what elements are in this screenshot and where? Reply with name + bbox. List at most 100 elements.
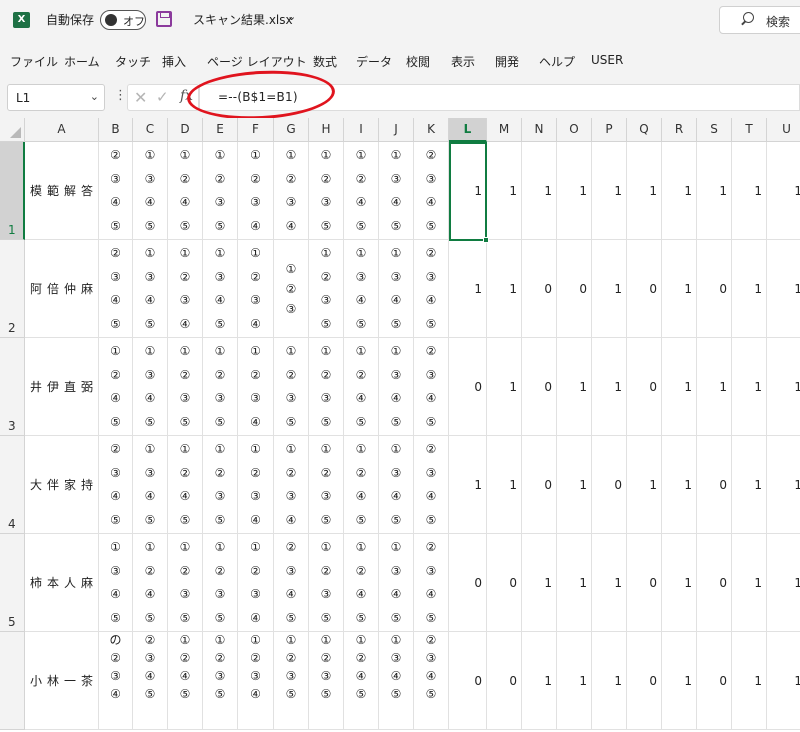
- column-header-p[interactable]: P: [592, 118, 627, 142]
- cell-score[interactable]: 1: [522, 632, 557, 730]
- cell-score[interactable]: 0: [487, 632, 522, 730]
- cell-score[interactable]: 0: [449, 534, 487, 632]
- autosave-toggle[interactable]: オフ: [100, 10, 146, 30]
- tab-view[interactable]: 表示: [451, 53, 475, 70]
- cell-score[interactable]: 1: [767, 632, 800, 730]
- cell-answer-marks[interactable]: ① ② ④ ⑤: [344, 436, 379, 534]
- cell-answer-marks[interactable]: ② ③ ④ ⑤: [414, 534, 449, 632]
- cell-answer-marks[interactable]: ① ② ④ ⑤: [133, 534, 168, 632]
- cell-score[interactable]: 1: [557, 142, 592, 240]
- column-header-k[interactable]: K: [414, 118, 449, 142]
- cell-score[interactable]: 0: [697, 632, 732, 730]
- cell-score[interactable]: 0: [697, 436, 732, 534]
- cell-answer-marks[interactable]: ① ③ ④ ⑤: [133, 436, 168, 534]
- cell-answer-marks[interactable]: ① ③ ④ ⑤: [379, 632, 414, 730]
- tab-formulas[interactable]: 数式: [313, 53, 337, 70]
- worksheet-grid[interactable]: A B C D E F G H I J K L M N O P Q R S T U 1 模範解答 ② ③ ④ ⑤ ① ③ ④ ⑤ ① ② ④ ⑤ ① ②…: [0, 118, 800, 732]
- cell-answer-marks[interactable]: ② ③ ④ ⑤: [414, 338, 449, 436]
- row-header[interactable]: 3: [0, 338, 25, 436]
- tab-developer[interactable]: 開発: [495, 53, 519, 70]
- cell-score[interactable]: 1: [662, 436, 697, 534]
- cell-answer-marks[interactable]: ② ③ ④ ⑤: [414, 632, 449, 730]
- cell-score[interactable]: 0: [697, 240, 732, 338]
- row-header[interactable]: [0, 632, 25, 730]
- cell-score[interactable]: 1: [662, 240, 697, 338]
- cell-score[interactable]: 1: [767, 534, 800, 632]
- cell-score[interactable]: 0: [627, 632, 662, 730]
- column-header-h[interactable]: H: [309, 118, 344, 142]
- cell-answer-marks[interactable]: ① ③ ④ ⑤: [379, 240, 414, 338]
- cell-score[interactable]: 1: [557, 632, 592, 730]
- tab-file[interactable]: ファイル: [10, 53, 58, 70]
- tab-insert[interactable]: 挿入: [162, 53, 186, 70]
- cell-answer-marks[interactable]: ① ② ③: [274, 240, 309, 338]
- cell-score[interactable]: 1: [662, 142, 697, 240]
- cell-answer-marks[interactable]: ① ③ ④ ⑤: [203, 240, 238, 338]
- cell-answer-marks[interactable]: ① ③ ④ ⑤: [379, 534, 414, 632]
- cell-answer-marks[interactable]: ① ③ ④ ⑤: [379, 142, 414, 240]
- confirm-icon[interactable]: ✓: [156, 88, 169, 106]
- cell-answer-marks[interactable]: ① ② ③ ④: [238, 142, 274, 240]
- search-box[interactable]: 検索: [719, 6, 800, 34]
- cell-score[interactable]: 1: [449, 240, 487, 338]
- column-header-f[interactable]: F: [238, 118, 274, 142]
- cell-answer-marks[interactable]: ① ② ④ ⑤: [168, 142, 203, 240]
- cell-score[interactable]: 0: [627, 338, 662, 436]
- cell-answer-marks[interactable]: ② ③ ④ ⑤: [133, 632, 168, 730]
- cell-answer-marks[interactable]: ① ③ ④ ⑤: [133, 338, 168, 436]
- column-header-j[interactable]: J: [379, 118, 414, 142]
- tab-user[interactable]: USER: [591, 53, 623, 67]
- cell-answer-marks[interactable]: ① ② ③ ⑤: [309, 338, 344, 436]
- cell-score[interactable]: 1: [767, 142, 800, 240]
- cell-answer-marks[interactable]: ② ③ ④ ⑤: [274, 534, 309, 632]
- cell-score[interactable]: 1: [557, 436, 592, 534]
- save-icon[interactable]: [156, 11, 172, 27]
- cell-score[interactable]: 1: [592, 338, 627, 436]
- cell-answer-marks[interactable]: ① ② ④ ⑤: [168, 436, 203, 534]
- cell-score[interactable]: 0: [627, 240, 662, 338]
- cell-answer-marks[interactable]: ① ② ④ ⑤: [344, 534, 379, 632]
- cell-answer-marks[interactable]: ① ② ③ ⑤: [309, 240, 344, 338]
- more-options-icon[interactable]: ⋮: [114, 88, 127, 103]
- cell-score[interactable]: 1: [662, 632, 697, 730]
- file-name[interactable]: スキャン結果.xlsx: [193, 11, 293, 28]
- cell-answer-marks[interactable]: ① ② ③ ④: [238, 632, 274, 730]
- cell-score[interactable]: 1: [697, 142, 732, 240]
- cell-name[interactable]: 小林一茶: [25, 632, 99, 730]
- column-header-s[interactable]: S: [697, 118, 732, 142]
- cell-answer-marks[interactable]: ② ③ ④ ⑤: [414, 142, 449, 240]
- cell-answer-marks[interactable]: ① ③ ④ ⑤: [133, 240, 168, 338]
- tab-page-layout[interactable]: ページ レイアウト: [207, 53, 307, 70]
- cell-score[interactable]: 1: [487, 338, 522, 436]
- cell-score[interactable]: 1: [767, 240, 800, 338]
- column-header-e[interactable]: E: [203, 118, 238, 142]
- cell-answer-marks[interactable]: ① ③ ④ ⑤: [379, 338, 414, 436]
- column-header-a[interactable]: A: [25, 118, 99, 142]
- cell-score[interactable]: 1: [732, 534, 767, 632]
- cell-score[interactable]: 1: [557, 338, 592, 436]
- tab-home[interactable]: ホーム: [64, 53, 100, 70]
- cancel-icon[interactable]: ✕: [134, 88, 147, 107]
- column-header-o[interactable]: O: [557, 118, 592, 142]
- cell-answer-marks[interactable]: ① ② ③ ④: [274, 436, 309, 534]
- cell-answer-marks[interactable]: ① ② ③ ④: [168, 240, 203, 338]
- cell-score[interactable]: 1: [732, 142, 767, 240]
- cell-score[interactable]: 1: [592, 240, 627, 338]
- cell-score[interactable]: 0: [449, 338, 487, 436]
- cell-score[interactable]: 1: [522, 534, 557, 632]
- cell-answer-marks[interactable]: ① ② ③ ④: [238, 534, 274, 632]
- column-header-c[interactable]: C: [133, 118, 168, 142]
- cell-score[interactable]: 1: [592, 142, 627, 240]
- cell-score[interactable]: 1: [522, 142, 557, 240]
- cell-answer-marks[interactable]: ② ③ ④ ⑤: [99, 240, 133, 338]
- cell-answer-marks[interactable]: ② ③ ④ ⑤: [414, 240, 449, 338]
- column-header-b[interactable]: B: [99, 118, 133, 142]
- cell-answer-marks[interactable]: ① ② ③ ⑤: [203, 534, 238, 632]
- cell-score[interactable]: 1: [697, 338, 732, 436]
- cell-answer-marks[interactable]: ① ③ ④ ⑤: [99, 534, 133, 632]
- cell-score[interactable]: 0: [522, 436, 557, 534]
- cell-answer-marks[interactable]: ① ② ④ ⑤: [344, 142, 379, 240]
- cell-answer-marks[interactable]: ① ② ③ ④: [274, 142, 309, 240]
- cell-answer-marks[interactable]: ② ③ ④ ⑤: [414, 436, 449, 534]
- cell-answer-marks[interactable]: ① ② ④ ⑤: [344, 338, 379, 436]
